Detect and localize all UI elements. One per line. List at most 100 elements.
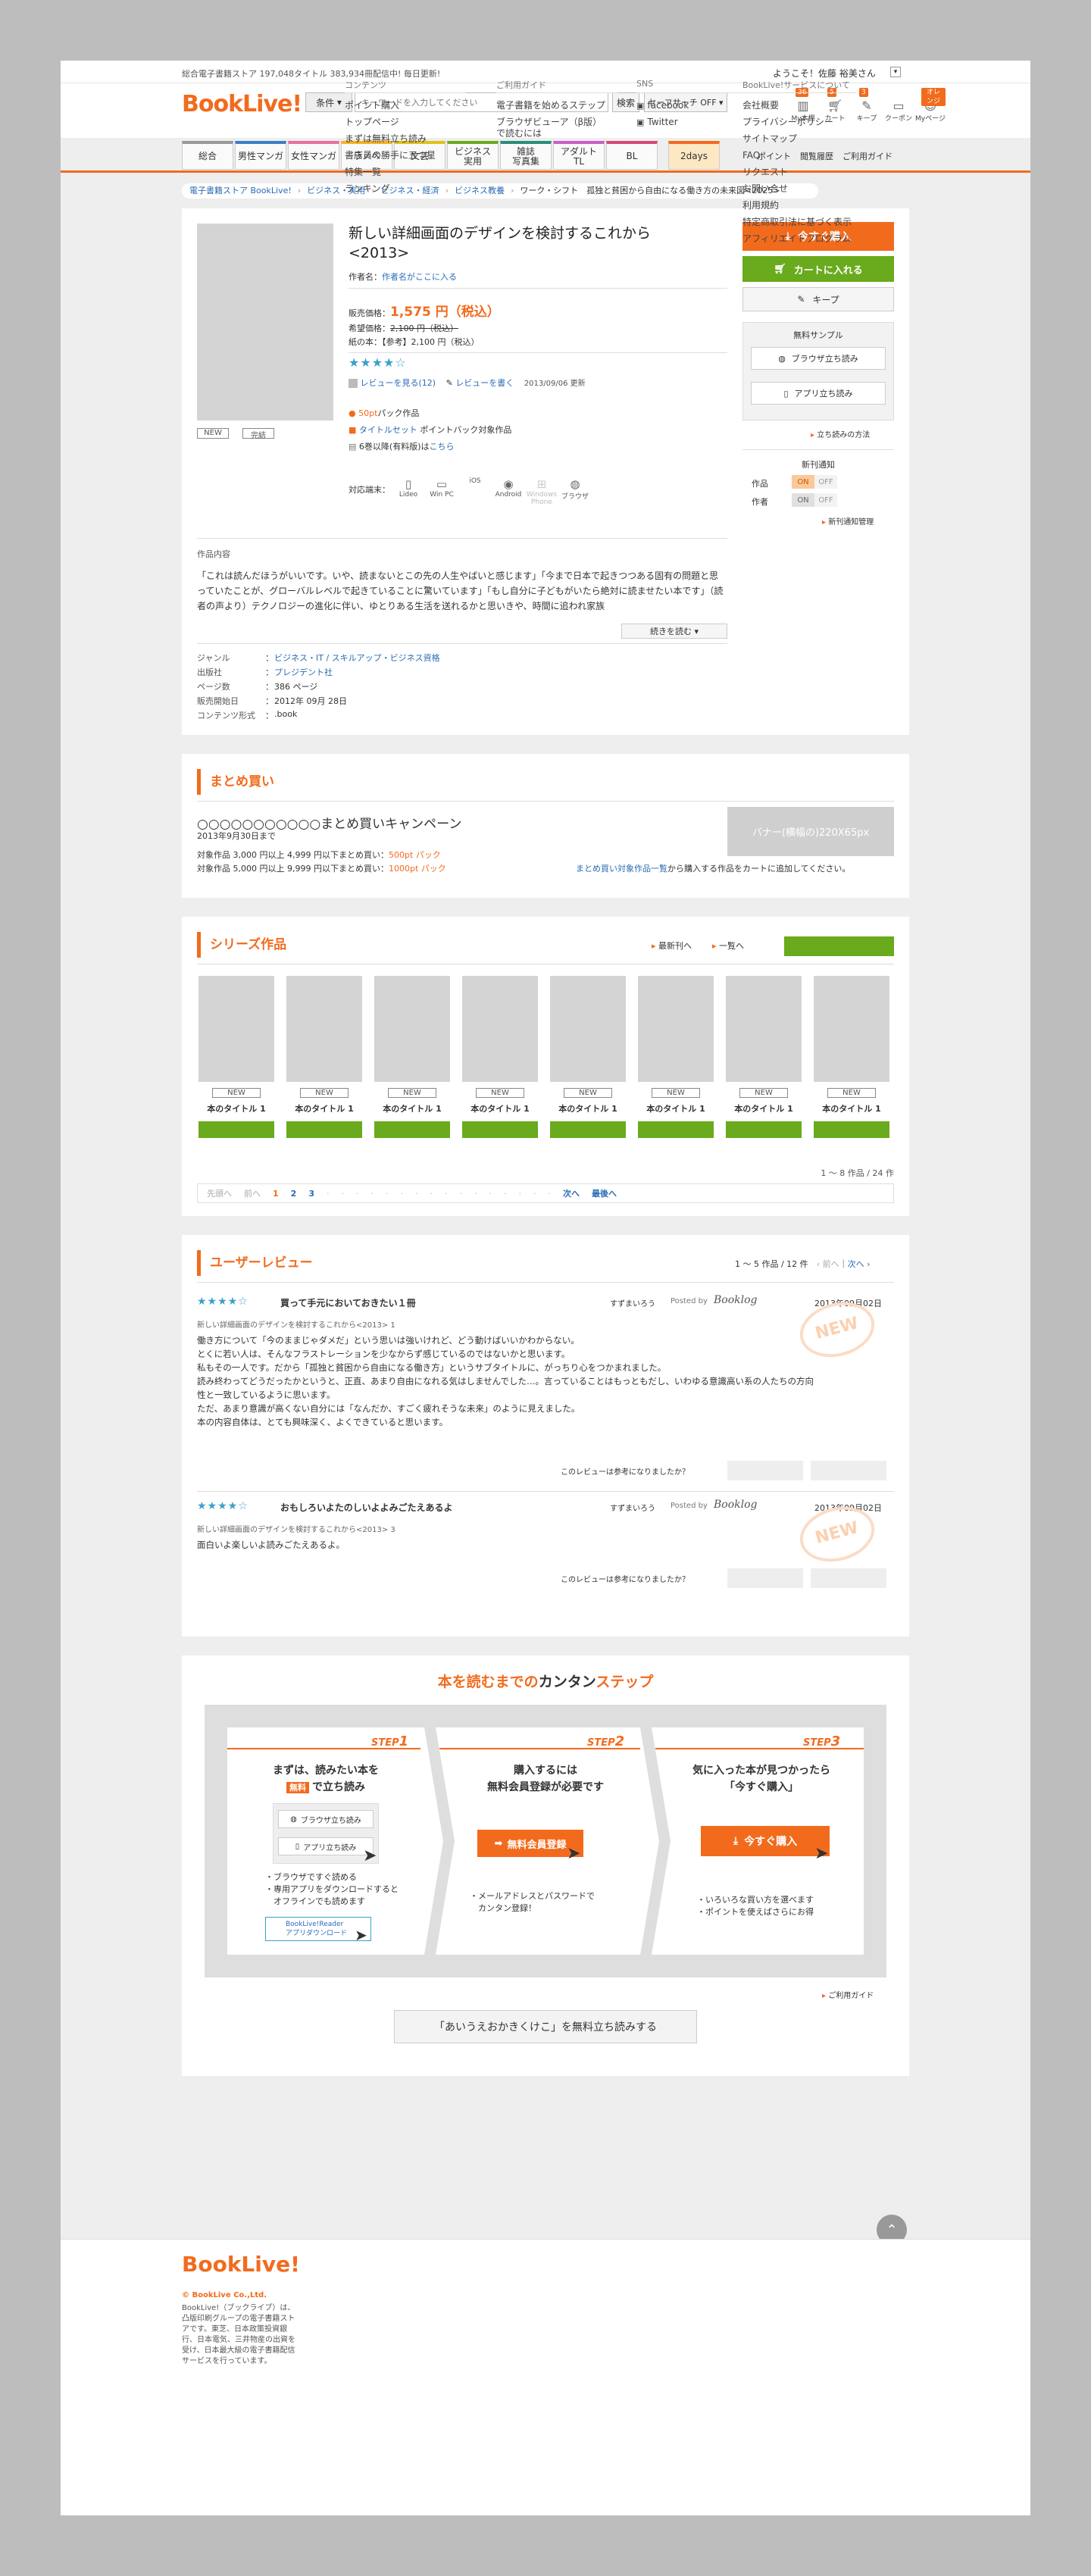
guide-link[interactable]: ▸ ご利用ガイド bbox=[822, 1989, 874, 2000]
tab-0[interactable]: 総合 bbox=[182, 141, 233, 170]
series-cart-button[interactable] bbox=[199, 1121, 274, 1138]
volumes-link[interactable]: こちら bbox=[430, 442, 455, 452]
notify-off-toggle[interactable]: OFF bbox=[814, 493, 837, 507]
pager-prev[interactable]: 前へ bbox=[244, 1189, 261, 1199]
pager-page[interactable]: 2 bbox=[291, 1189, 297, 1199]
series-cover[interactable] bbox=[726, 976, 802, 1082]
footer-link[interactable]: プライバシーポリシー bbox=[742, 117, 856, 128]
free-trial-button[interactable]: 「あいうえおかきくけこ」を無料立ち読みする bbox=[394, 2010, 697, 2043]
chevron-down-icon[interactable]: ▾ bbox=[890, 67, 901, 77]
trial-howto-link[interactable]: ▸ 立ち読みの方法 bbox=[811, 428, 870, 439]
tab-6[interactable]: 雑誌 写真集 bbox=[500, 141, 552, 170]
keep-button[interactable]: ✎ キープ bbox=[742, 287, 894, 311]
helpful-no-button[interactable] bbox=[811, 1568, 886, 1588]
pager-last[interactable]: 最後へ bbox=[592, 1189, 617, 1199]
series-action-button[interactable] bbox=[784, 936, 894, 956]
helpful-yes-button[interactable] bbox=[727, 1461, 803, 1480]
footer-link[interactable]: ▣ facebook bbox=[636, 100, 750, 111]
review-user[interactable]: すずまいろう bbox=[610, 1502, 655, 1513]
series-book-title[interactable]: 本のタイトル 1 bbox=[550, 1102, 626, 1114]
tab-7[interactable]: アダルト TL bbox=[553, 141, 605, 170]
footer-link[interactable]: 会社概要 bbox=[742, 100, 856, 111]
pager-next[interactable]: 次へ bbox=[563, 1189, 580, 1199]
footer-link[interactable]: FAQ bbox=[742, 150, 856, 161]
footer-link[interactable]: まずは無料立ち読み bbox=[345, 133, 458, 145]
footer-link[interactable]: お問い合せ bbox=[742, 183, 856, 195]
breadcrumb-item[interactable]: ビジネス教養 bbox=[455, 186, 505, 195]
latest-link[interactable]: ▸ 最新刊へ bbox=[652, 939, 692, 952]
footer-link[interactable]: ▣ Twitter bbox=[636, 117, 750, 128]
series-cart-button[interactable] bbox=[550, 1121, 626, 1138]
bulk-list-link[interactable]: まとめ買い対象作品一覧 bbox=[576, 864, 667, 874]
pager-page[interactable]: 3 bbox=[308, 1189, 314, 1199]
step-3-buy-button[interactable]: ⤓ 今すぐ購入 bbox=[701, 1826, 830, 1856]
footer-link[interactable]: 特集一覧 bbox=[345, 167, 458, 178]
footer-link[interactable]: トップページ bbox=[345, 117, 458, 128]
series-cart-button[interactable] bbox=[462, 1121, 538, 1138]
tab-9[interactable]: 2days bbox=[668, 141, 720, 170]
footer-link[interactable]: サイトマップ bbox=[742, 133, 856, 145]
series-book-title[interactable]: 本のタイトル 1 bbox=[814, 1102, 889, 1114]
footer-link[interactable]: 電子書籍を始めるステップ bbox=[496, 100, 610, 111]
search-button[interactable]: 検索 bbox=[612, 92, 639, 112]
pager-page[interactable]: 1 bbox=[273, 1189, 279, 1199]
series-cart-button[interactable] bbox=[286, 1121, 362, 1138]
tab-1[interactable]: 男性マンガ bbox=[235, 141, 286, 170]
footer-link[interactable]: ランキング bbox=[345, 183, 458, 195]
pager-first[interactable]: 先頭へ bbox=[207, 1189, 232, 1199]
series-cart-button[interactable] bbox=[814, 1121, 889, 1138]
series-book-title[interactable]: 本のタイトル 1 bbox=[638, 1102, 714, 1114]
title-set-link[interactable]: タイトルセット bbox=[359, 425, 417, 435]
series-cover[interactable] bbox=[286, 976, 362, 1082]
step-1-browser-button[interactable]: ◍ ブラウザ立ち読み bbox=[278, 1810, 374, 1828]
app-trial-button[interactable]: ▯ アプリ立ち読み bbox=[751, 382, 886, 405]
bulk-banner[interactable]: バナー(横幅の)220X65px bbox=[727, 807, 894, 856]
list-link[interactable]: ▸ 一覧へ bbox=[712, 939, 744, 952]
write-review-link[interactable]: レビューを書く bbox=[455, 378, 514, 388]
review-link[interactable]: レビューを見る(12) bbox=[361, 378, 436, 388]
footer-link[interactable]: 特定商取引法に基づく表示 bbox=[742, 217, 856, 228]
notify-off-toggle[interactable]: OFF bbox=[814, 475, 837, 489]
series-book-title[interactable]: 本のタイトル 1 bbox=[199, 1102, 274, 1114]
add-to-cart-button[interactable]: 🛒︎ カートに入れる bbox=[742, 256, 894, 282]
notify-on-toggle[interactable]: ON bbox=[792, 475, 814, 489]
helpful-yes-button[interactable] bbox=[727, 1568, 803, 1588]
series-cover[interactable] bbox=[550, 976, 626, 1082]
series-cover[interactable] bbox=[462, 976, 538, 1082]
author-link[interactable]: 作者名がここに入る bbox=[382, 272, 457, 282]
series-cart-button[interactable] bbox=[726, 1121, 802, 1138]
read-more-button[interactable]: 続きを読む ▾ bbox=[621, 624, 727, 639]
series-book-title[interactable]: 本のタイトル 1 bbox=[462, 1102, 538, 1114]
footer-link[interactable]: アフィリエイトプログラム bbox=[742, 233, 856, 245]
reviews-next[interactable]: 次へ › bbox=[848, 1259, 871, 1269]
footer-link[interactable]: 書店員の勝手に五つ星 bbox=[345, 150, 458, 161]
browser-trial-button[interactable]: ◍ ブラウザ立ち読み bbox=[751, 347, 886, 370]
notify-manage-link[interactable]: ▸ 新刊通知管理 bbox=[822, 515, 874, 527]
series-cover[interactable] bbox=[199, 976, 274, 1082]
notify-on-toggle[interactable]: ON bbox=[792, 493, 814, 507]
series-cover[interactable] bbox=[374, 976, 450, 1082]
footer-link[interactable]: ブラウザビューア（β版）で読むには bbox=[496, 117, 610, 139]
tab-2[interactable]: 女性マンガ bbox=[288, 141, 339, 170]
review-user[interactable]: すずまいろう bbox=[610, 1297, 655, 1308]
series-cover[interactable] bbox=[638, 976, 714, 1082]
header-icon-3[interactable]: ▭ クーポン bbox=[883, 92, 914, 130]
footer-link[interactable]: 利用規約 bbox=[742, 200, 856, 211]
series-book-title[interactable]: 本のタイトル 1 bbox=[286, 1102, 362, 1114]
booklog-logo[interactable]: Booklog bbox=[714, 1499, 758, 1511]
reviews-prev[interactable]: ‹ 前へ bbox=[817, 1259, 839, 1269]
meta-value[interactable]: プレジデント社 bbox=[274, 666, 333, 678]
helpful-no-button[interactable] bbox=[811, 1461, 886, 1480]
series-book-title[interactable]: 本のタイトル 1 bbox=[374, 1102, 450, 1114]
header-icon-2[interactable]: ✎ キープ 3 bbox=[852, 88, 882, 130]
footer-link[interactable]: ポイント購入 bbox=[345, 100, 458, 111]
booklog-logo[interactable]: Booklog bbox=[714, 1294, 758, 1306]
review-book[interactable]: 新しい詳細画面のデザインを検討するこれから<2013> 1 bbox=[197, 1318, 395, 1330]
series-book-title[interactable]: 本のタイトル 1 bbox=[726, 1102, 802, 1114]
series-cart-button[interactable] bbox=[638, 1121, 714, 1138]
tab-8[interactable]: BL bbox=[606, 141, 658, 170]
footer-link[interactable]: リクエスト bbox=[742, 167, 856, 178]
meta-value[interactable]: ビジネス・IT / スキルアップ・ビジネス資格 bbox=[274, 652, 440, 664]
header-icon-4[interactable]: ☺Myページオレンジ bbox=[915, 88, 946, 130]
point-pack-value[interactable]: 50pt bbox=[358, 408, 377, 418]
